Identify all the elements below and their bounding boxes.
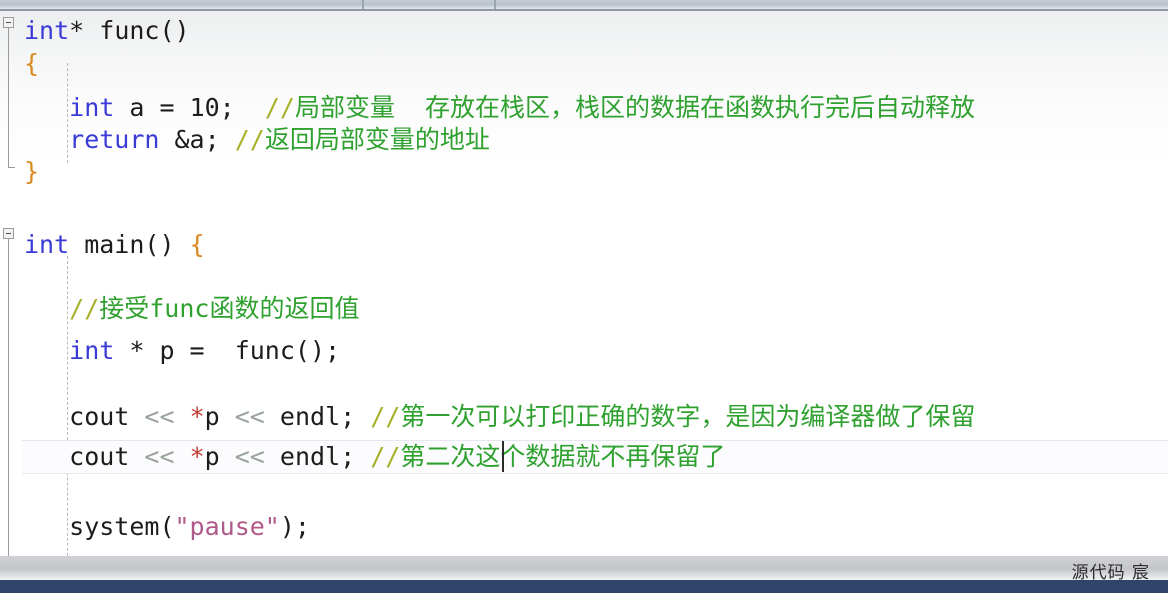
code-token: 接受func函数的返回值: [99, 294, 360, 323]
code-token: int: [69, 93, 115, 122]
code-token: cout: [69, 442, 145, 471]
code-token: 返回局部变量的地址: [264, 125, 490, 154]
code-token: {: [24, 49, 40, 78]
code-line[interactable]: [0, 474, 1168, 505]
code-line[interactable]: [0, 368, 1168, 399]
code-token: a =: [114, 93, 190, 122]
bottom-toolbar: [0, 556, 1168, 580]
code-token: //: [370, 402, 401, 431]
code-line[interactable]: [0, 189, 1168, 220]
code-token: (): [144, 230, 175, 259]
code-token: <<: [234, 402, 265, 431]
code-token: {: [189, 230, 205, 259]
code-line[interactable]: {: [0, 48, 1168, 79]
text-caret: [502, 441, 504, 472]
code-token: endl;: [264, 402, 371, 431]
code-line[interactable]: return &a; //返回局部变量的地址: [0, 124, 1168, 155]
code-editor-window: int* func(){int a = 10; //局部变量 存放在栈区，栈区的…: [0, 0, 1168, 593]
code-line[interactable]: system("pause");: [0, 511, 1168, 542]
code-token: int: [24, 16, 70, 45]
code-token: p: [204, 402, 235, 431]
code-token: );: [279, 512, 310, 541]
code-token: func: [84, 16, 160, 45]
status-bar: [0, 580, 1168, 593]
code-line[interactable]: [0, 261, 1168, 292]
code-token: p: [204, 442, 235, 471]
code-token: main: [69, 230, 145, 259]
code-token: (): [159, 16, 190, 45]
code-token: <<: [144, 442, 175, 471]
code-token: int: [24, 230, 70, 259]
code-token: 10: [189, 93, 220, 122]
code-token: //: [370, 442, 401, 471]
code-token: <<: [144, 402, 175, 431]
code-line[interactable]: //接受func函数的返回值: [0, 293, 1168, 324]
code-token: endl;: [264, 442, 371, 471]
code-token: &a;: [159, 125, 235, 154]
code-line[interactable]: int main() {: [0, 229, 1168, 260]
code-token: "pause": [174, 512, 280, 541]
code-token: *: [189, 442, 205, 471]
code-token: //: [264, 93, 295, 122]
code-token: ;: [219, 93, 235, 122]
code-line[interactable]: }: [0, 156, 1168, 187]
code-token: int: [69, 336, 115, 365]
code-token: return: [69, 125, 160, 154]
code-token: system(: [69, 512, 175, 541]
code-token: //: [69, 294, 100, 323]
editor-surface[interactable]: int* func(){int a = 10; //局部变量 存放在栈区，栈区的…: [0, 11, 1168, 556]
editor-top-chrome: [0, 0, 1168, 11]
code-token: 局部变量 存放在栈区，栈区的数据在函数执行完后自动释放: [294, 93, 976, 122]
code-line[interactable]: cout << *p << endl; //第二次这个数据就不再保留了: [0, 441, 1168, 472]
code-token: }: [24, 157, 40, 186]
code-token: <<: [234, 442, 265, 471]
code-token: * p = func();: [114, 336, 341, 365]
code-line[interactable]: int a = 10; //局部变量 存放在栈区，栈区的数据在函数执行完后自动释…: [0, 92, 1168, 123]
code-line[interactable]: int * p = func();: [0, 335, 1168, 366]
code-token: 第一次可以打印正确的数字，是因为编译器做了保留: [400, 402, 976, 431]
code-line[interactable]: int* func(): [0, 15, 1168, 46]
code-token: cout: [69, 402, 145, 431]
code-token: //: [234, 125, 265, 154]
code-token: 第二次这个数据就不再保留了: [400, 442, 726, 471]
code-line[interactable]: cout << *p << endl; //第一次可以打印正确的数字，是因为编译…: [0, 401, 1168, 432]
code-token: *: [69, 16, 85, 45]
code-token: *: [189, 402, 205, 431]
